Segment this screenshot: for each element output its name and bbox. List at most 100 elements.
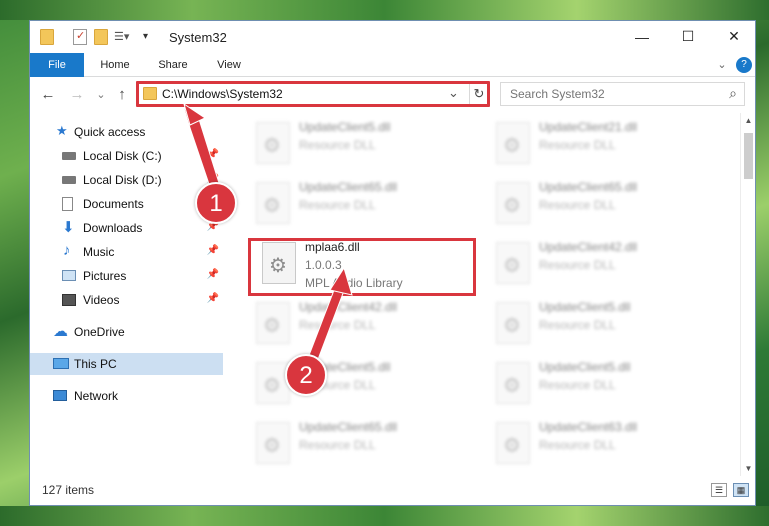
sidebar-item-pictures[interactable]: Pictures 📌 [30,265,223,287]
search-input[interactable] [510,87,720,101]
search-box[interactable]: ⌕ [500,82,745,106]
recent-locations-button[interactable]: ⌄ [92,86,110,104]
file-name: UpdateClient5.dll [299,120,391,134]
file-name: UpdateClient65.dll [299,420,398,434]
sidebar-item-label: Music [83,245,115,259]
pin-icon[interactable]: 📌 [207,149,219,160]
status-bar: 127 items ☰ ▦ [30,475,755,505]
file-item[interactable]: UpdateClient5.dll Resource DLL [247,117,477,177]
up-button[interactable]: ↑ [113,86,131,104]
file-name: UpdateClient5.dll [539,360,631,374]
file-description: Resource DLL [539,258,616,272]
file-description: Resource DLL [299,138,376,152]
new-folder-icon[interactable] [94,29,108,45]
item-count: 127 items [42,483,95,497]
computer-icon [53,358,69,369]
details-view-icon[interactable]: ☰ [711,483,727,497]
step-1-badge: 1 [195,182,237,224]
file-item[interactable]: UpdateClient63.dll Resource DLL [487,417,717,476]
properties-icon[interactable]: ✓ [73,29,87,45]
file-name: UpdateClient21.dll [539,120,638,134]
file-item[interactable]: UpdateClient5.dll Resource DLL [247,357,477,417]
tab-home[interactable]: Home [90,53,140,77]
file-description: Resource DLL [539,198,616,212]
dll-file-icon [496,362,530,404]
pin-icon[interactable]: 📌 [207,245,219,256]
file-item[interactable]: UpdateClient5.dll Resource DLL [487,297,717,357]
pin-icon[interactable]: 📌 [207,293,219,304]
file-description: Resource DLL [539,318,616,332]
scroll-down-icon[interactable]: ▼ [741,464,756,473]
cloud-icon: ☁ [53,323,68,340]
vertical-scrollbar[interactable]: ▲ ▼ [740,113,755,476]
sidebar-item-label: Downloads [83,221,143,235]
sidebar-item-network[interactable]: Network [30,385,223,407]
videos-icon [62,294,76,306]
dll-file-icon [496,182,530,224]
sidebar-item-quick-access[interactable]: ★ Quick access [30,121,223,143]
forward-button[interactable]: → [68,86,86,104]
file-item[interactable]: UpdateClient21.dll Resource DLL [487,117,717,177]
dll-file-icon [496,242,530,284]
dll-file-icon [256,422,290,464]
star-icon: ★ [56,123,68,138]
file-description: Resource DLL [299,198,376,212]
sidebar-item-label: Quick access [74,125,146,139]
sidebar-item-videos[interactable]: Videos 📌 [30,289,223,311]
back-button[interactable]: ← [39,86,57,104]
maximize-button[interactable]: ☐ [665,21,711,52]
file-name: UpdateClient42.dll [539,240,638,254]
file-item[interactable]: UpdateClient65.dll Resource DLL [247,177,477,237]
file-name: UpdateClient65.dll [539,180,638,194]
minimize-button[interactable]: — [619,21,665,52]
sidebar-item-local-disk-c[interactable]: Local Disk (C:) 📌 [30,145,223,167]
qat-dropdown-icon[interactable]: ▾ [143,29,157,45]
window-title: System32 [169,30,227,45]
address-highlight-box [136,81,490,107]
navigation-pane: ★ Quick access Local Disk (C:) 📌 Local D… [30,113,223,473]
download-icon: ⬇ [62,219,75,236]
tab-view[interactable]: View [204,53,254,77]
dll-file-icon [496,302,530,344]
drive-icon [62,176,76,184]
dll-file-icon [496,122,530,164]
sidebar-item-local-disk-d[interactable]: Local Disk (D:) 📌 [30,169,223,191]
file-highlight-box [248,238,476,296]
sidebar-item-music[interactable]: ♪ Music 📌 [30,241,223,263]
step-2-badge: 2 [285,354,327,396]
file-description: Resource DLL [299,318,376,332]
close-button[interactable]: ✕ [711,21,757,52]
help-icon[interactable]: ? [736,57,752,73]
sidebar-item-label: Local Disk (C:) [83,149,162,163]
scroll-up-icon[interactable]: ▲ [741,116,756,125]
sidebar-item-label: This PC [74,357,117,371]
sidebar-item-onedrive[interactable]: ☁ OneDrive [30,321,223,343]
search-icon[interactable]: ⌕ [729,85,737,102]
file-name: UpdateClient63.dll [539,420,638,434]
file-item[interactable]: UpdateClient5.dll Resource DLL [487,357,717,417]
sidebar-item-this-pc[interactable]: This PC [30,353,223,375]
file-item[interactable]: UpdateClient65.dll Resource DLL [487,177,717,237]
pin-icon[interactable]: 📌 [207,269,219,280]
network-icon [53,390,67,401]
expand-ribbon-icon[interactable]: ⌄ [714,53,730,77]
folder-icon [40,29,54,45]
file-name: UpdateClient65.dll [299,180,398,194]
tab-file[interactable]: File [30,53,84,77]
file-item[interactable]: UpdateClient65.dll Resource DLL [247,417,477,476]
explorer-window: ✓ ☰▾ ▾ System32 — ☐ ✕ File Home Share Vi… [29,20,756,506]
customize-qat-icon[interactable]: ☰▾ [114,29,129,45]
sidebar-item-downloads[interactable]: ⬇ Downloads 📌 [30,217,223,239]
file-description: Resource DLL [539,138,616,152]
tiles-view-icon[interactable]: ▦ [733,483,749,497]
documents-icon [62,197,73,211]
pictures-icon [62,270,76,281]
tab-share[interactable]: Share [148,53,198,77]
file-item[interactable]: UpdateClient42.dll Resource DLL [487,237,717,297]
scrollbar-thumb[interactable] [744,133,753,179]
file-item[interactable]: UpdateClient42.dll Resource DLL [247,297,477,357]
ribbon-tabs: File Home Share View ⌄ ? [30,53,755,77]
address-row: ← → ⌄ ↑ C:\Windows\System32 ⌄ ↻ ⌕ [30,78,755,112]
file-name: UpdateClient42.dll [299,300,398,314]
title-bar: ✓ ☰▾ ▾ System32 — ☐ ✕ [30,21,755,53]
